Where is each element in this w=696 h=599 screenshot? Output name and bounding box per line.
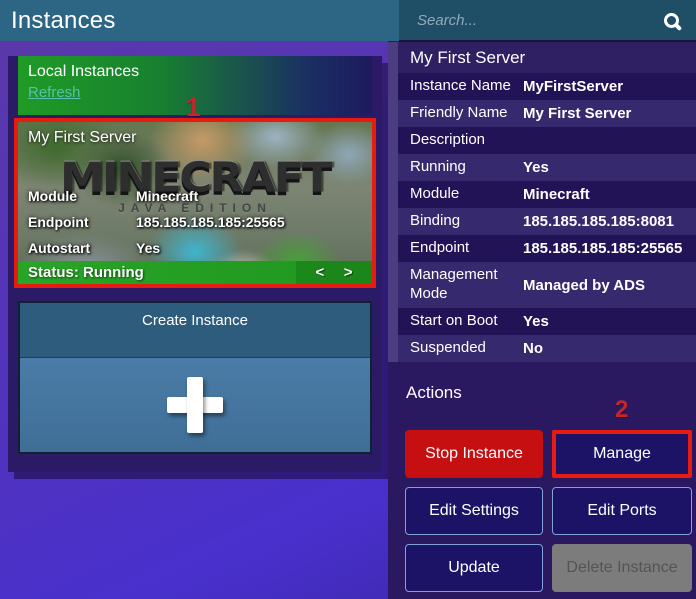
delete-instance-button[interactable]: Delete Instance xyxy=(552,544,692,592)
row-value: Minecraft xyxy=(523,186,696,203)
row-value: 185.185.185.185:25565 xyxy=(523,240,696,257)
row-value: No xyxy=(523,340,696,357)
search-input[interactable] xyxy=(399,12,664,29)
update-button[interactable]: Update xyxy=(405,544,543,592)
annotation-step-2: 2 xyxy=(615,396,628,424)
row-label: Module xyxy=(410,185,523,204)
manage-button[interactable]: Manage xyxy=(552,430,692,478)
actions-buttons: Stop Instance Manage Edit Settings Edit … xyxy=(405,430,692,592)
instance-card-title: My First Server xyxy=(28,129,136,147)
status-badge: Status: Running xyxy=(18,264,296,281)
card-row-label: Endpoint xyxy=(28,214,136,230)
row-label: Binding xyxy=(410,212,523,231)
row-value: Yes xyxy=(523,313,696,330)
details-rows: Instance Name MyFirstServer Friendly Nam… xyxy=(398,73,696,362)
card-row-value: 185.185.185.185:25565 xyxy=(136,214,285,230)
row-label: Start on Boot xyxy=(410,312,523,331)
table-row: Binding 185.185.185.185:8081 xyxy=(398,208,696,235)
prev-button[interactable]: < xyxy=(315,264,324,281)
row-label: Suspended xyxy=(410,339,523,358)
instance-card-rows: Module Minecraft Endpoint 185.185.185.18… xyxy=(28,183,362,261)
stop-instance-button[interactable]: Stop Instance xyxy=(405,430,543,478)
search-bar xyxy=(399,0,696,42)
status-bar: Status: Running < > xyxy=(18,261,372,284)
actions-heading: Actions xyxy=(406,383,462,403)
instance-details-panel: My First Server Instance Name MyFirstSer… xyxy=(388,0,696,599)
row-label: Endpoint xyxy=(410,239,523,258)
instances-panel: Local Instances Refresh 1 My First Serve… xyxy=(8,56,382,472)
instance-card-highlight: My First Server MINECRAFT JAVA EDITION M… xyxy=(14,118,376,288)
edit-settings-button[interactable]: Edit Settings xyxy=(405,487,543,535)
table-row: Suspended No xyxy=(398,335,696,362)
row-value: My First Server xyxy=(523,105,696,122)
table-row: Friendly Name My First Server xyxy=(398,100,696,127)
table-row: Description xyxy=(398,127,696,154)
status-pager: < > xyxy=(296,261,372,284)
row-value: Managed by ADS xyxy=(523,277,696,294)
annotation-step-1: 1 xyxy=(186,92,200,123)
table-row: Management Mode Managed by ADS xyxy=(398,262,696,308)
next-button[interactable]: > xyxy=(344,264,353,281)
card-row-autostart: Autostart Yes xyxy=(28,235,362,261)
card-row-module: Module Minecraft xyxy=(28,183,362,209)
card-row-value: Yes xyxy=(136,240,160,256)
details-table: My First Server Instance Name MyFirstSer… xyxy=(388,42,696,362)
local-instances-title: Local Instances xyxy=(28,63,372,81)
row-label: Description xyxy=(410,131,523,150)
row-value: Yes xyxy=(523,159,696,176)
card-row-endpoint: Endpoint 185.185.185.185:25565 xyxy=(28,209,362,235)
refresh-link[interactable]: Refresh xyxy=(28,84,81,101)
page-title: Instances xyxy=(0,0,399,41)
card-row-label: Autostart xyxy=(28,240,136,256)
row-value: 185.185.185.185:8081 xyxy=(523,213,696,230)
row-label: Management Mode xyxy=(410,266,523,304)
table-row: Instance Name MyFirstServer xyxy=(398,73,696,100)
card-row-value: Minecraft xyxy=(136,188,198,204)
instance-card[interactable]: My First Server MINECRAFT JAVA EDITION M… xyxy=(18,122,372,284)
card-row-label: Module xyxy=(28,188,136,204)
row-label: Running xyxy=(410,158,523,177)
create-instance-body[interactable] xyxy=(20,358,370,452)
table-row: Module Minecraft xyxy=(398,181,696,208)
plus-icon xyxy=(167,377,223,433)
create-instance-title: Create Instance xyxy=(20,303,370,358)
row-label: Instance Name xyxy=(410,77,523,96)
create-instance-card[interactable]: Create Instance xyxy=(18,301,372,454)
table-row: Endpoint 185.185.185.185:25565 xyxy=(398,235,696,262)
row-value: MyFirstServer xyxy=(523,78,696,95)
edit-ports-button[interactable]: Edit Ports xyxy=(552,487,692,535)
search-icon[interactable] xyxy=(664,13,679,28)
table-row: Running Yes xyxy=(398,154,696,181)
details-heading: My First Server xyxy=(398,42,696,73)
table-row: Start on Boot Yes xyxy=(398,308,696,335)
row-label: Friendly Name xyxy=(410,104,523,123)
